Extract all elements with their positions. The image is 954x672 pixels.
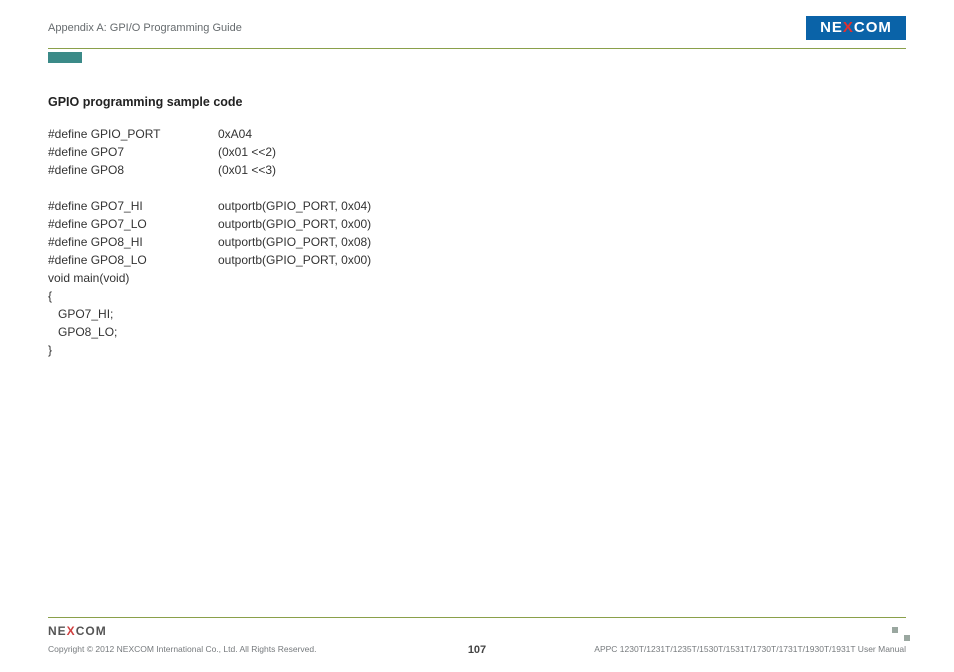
- page-header: Appendix A: GPI/O Programming Guide NEXC…: [48, 20, 906, 50]
- footer-logo-x: X: [67, 624, 76, 638]
- code-line: {: [48, 287, 906, 305]
- code-define: #define GPIO_PORT: [48, 125, 218, 143]
- code-line: #define GPO7_HI outportb(GPIO_PORT, 0x04…: [48, 197, 906, 215]
- code-line: }: [48, 341, 906, 359]
- code-block: #define GPIO_PORT 0xA04 #define GPO7 (0x…: [48, 125, 906, 359]
- content-area: GPIO programming sample code #define GPI…: [48, 95, 906, 359]
- footer-logo-pre: NE: [48, 624, 67, 638]
- code-value: (0x01 <<3): [218, 161, 276, 179]
- code-define: #define GPO7: [48, 143, 218, 161]
- footer-ornament-icon: [892, 627, 906, 637]
- code-line: #define GPO8 (0x01 <<3): [48, 161, 906, 179]
- code-value: 0xA04: [218, 125, 252, 143]
- code-value: outportb(GPIO_PORT, 0x08): [218, 233, 371, 251]
- code-value: outportb(GPIO_PORT, 0x00): [218, 251, 371, 269]
- logo-text-x: X: [843, 19, 854, 36]
- brand-logo: NEXCOM: [806, 16, 906, 40]
- header-title: Appendix A: GPI/O Programming Guide: [48, 22, 242, 34]
- code-line: #define GPO8_LO outportb(GPIO_PORT, 0x00…: [48, 251, 906, 269]
- section-title: GPIO programming sample code: [48, 95, 906, 109]
- page-number: 107: [48, 644, 906, 656]
- logo-text-post: COM: [854, 19, 892, 36]
- code-line: GPO8_LO;: [48, 323, 906, 341]
- page-footer: Copyright © 2012 NEXCOM International Co…: [48, 644, 906, 654]
- logo-text-pre: NE: [820, 19, 843, 36]
- code-define: #define GPO8_HI: [48, 233, 218, 251]
- header-divider: [48, 48, 906, 49]
- code-define: #define GPO8: [48, 161, 218, 179]
- footer-divider: [48, 617, 906, 618]
- code-line: GPO7_HI;: [48, 305, 906, 323]
- code-value: outportb(GPIO_PORT, 0x00): [218, 215, 371, 233]
- footer-logo-post: COM: [76, 624, 107, 638]
- code-line: #define GPO7_LO outportb(GPIO_PORT, 0x00…: [48, 215, 906, 233]
- code-define: #define GPO7_HI: [48, 197, 218, 215]
- code-define: #define GPO8_LO: [48, 251, 218, 269]
- code-line: #define GPIO_PORT 0xA04: [48, 125, 906, 143]
- section-tab: [48, 52, 82, 63]
- code-line: #define GPO7 (0x01 <<2): [48, 143, 906, 161]
- code-value: outportb(GPIO_PORT, 0x04): [218, 197, 371, 215]
- blank-line: [48, 179, 906, 197]
- footer-logo: NEXCOM: [48, 624, 107, 638]
- code-line: void main(void): [48, 269, 906, 287]
- code-line: #define GPO8_HI outportb(GPIO_PORT, 0x08…: [48, 233, 906, 251]
- code-value: (0x01 <<2): [218, 143, 276, 161]
- code-define: #define GPO7_LO: [48, 215, 218, 233]
